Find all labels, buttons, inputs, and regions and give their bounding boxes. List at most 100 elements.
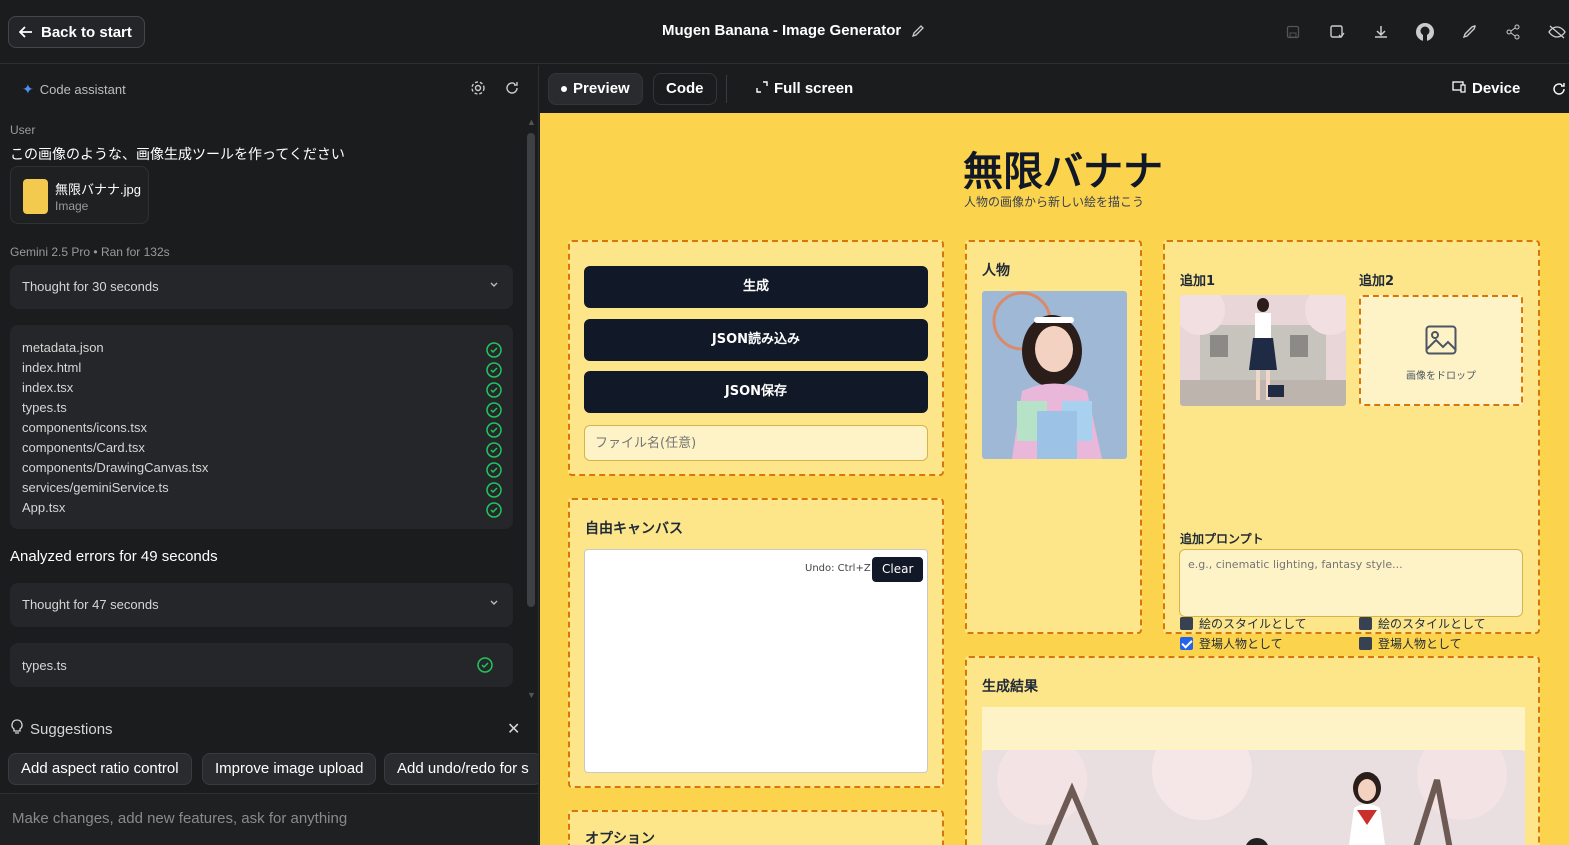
check-circle-icon [486, 362, 502, 381]
file-row[interactable]: components/Card.tsx [22, 440, 502, 460]
extra-prompt-label: 追加プロンプト [1180, 532, 1264, 546]
extra2-character-checkbox[interactable]: 登場人物として [1359, 635, 1462, 652]
assistant-header-label: Code assistant [39, 82, 126, 97]
checkbox[interactable] [1359, 637, 1372, 650]
extra1-photo[interactable] [1180, 295, 1346, 406]
github-icon[interactable] [1413, 20, 1437, 44]
tab-code-label: Code [666, 80, 704, 97]
file-name: types.ts [22, 658, 67, 673]
close-suggestions-icon[interactable]: ✕ [507, 719, 520, 739]
suggestion-chip[interactable]: Add aspect ratio control [8, 753, 192, 785]
file-row-last[interactable]: types.ts [10, 643, 513, 687]
file-name: index.tsx [22, 380, 74, 395]
suggestion-chip[interactable]: Add undo/redo for s [384, 753, 538, 785]
person-photo[interactable] [982, 291, 1127, 459]
check-circle-icon [477, 657, 493, 678]
chevron-down-icon [489, 596, 499, 611]
extra2-style-checkbox[interactable]: 絵のスタイルとして [1359, 615, 1486, 632]
model-info: Gemini 2.5 Pro • Ran for 132s [10, 245, 170, 259]
assistant-actions [470, 80, 520, 101]
user-message: この画像のような、画像生成ツールを作ってください [10, 146, 345, 162]
filename-input[interactable] [584, 425, 928, 461]
file-row[interactable]: App.tsx [22, 500, 502, 520]
chat-scrollbar[interactable] [527, 133, 535, 607]
reload-preview-icon[interactable] [1540, 73, 1569, 105]
hide-icon[interactable] [1545, 20, 1569, 44]
person-title: 人物 [982, 263, 1010, 279]
checkbox-label: 登場人物として [1199, 637, 1283, 651]
back-to-start-label: Back to start [41, 23, 132, 41]
result-card: 生成結果 [965, 656, 1540, 845]
refresh-icon[interactable] [504, 80, 520, 101]
file-list: metadata.json index.html index.tsx types… [10, 325, 513, 529]
save-json-button[interactable]: JSON保存 [584, 371, 928, 413]
extra2-title: 追加2 [1359, 274, 1395, 289]
scroll-down-arrow[interactable]: ▼ [527, 690, 536, 700]
fullscreen-label: Full screen [774, 80, 854, 97]
tab-preview-label: Preview [573, 80, 630, 97]
top-actions [1281, 20, 1569, 44]
checkbox[interactable] [1180, 617, 1193, 630]
scroll-up-arrow[interactable]: ▲ [527, 117, 536, 127]
attachment-thumbnail [23, 179, 48, 214]
top-bar: Back to start Mugen Banana - Image Gener… [0, 0, 1569, 64]
check-circle-icon [486, 382, 502, 401]
suggestion-chip[interactable]: Improve image upload [202, 753, 377, 785]
check-circle-icon [486, 442, 502, 461]
dot-icon [561, 86, 567, 92]
checkbox[interactable] [1359, 617, 1372, 630]
settings-gear-icon[interactable] [470, 80, 486, 101]
extra1-character-checkbox[interactable]: 登場人物として [1180, 635, 1283, 652]
sparkle-icon: ✦ [22, 81, 34, 97]
download-icon[interactable] [1369, 20, 1393, 44]
controls-card: 生成 JSON読み込み JSON保存 [568, 240, 944, 476]
save-as-icon[interactable] [1325, 20, 1349, 44]
thought-collapsible-1[interactable]: Thought for 30 seconds [10, 265, 513, 309]
suggestions-label: Suggestions [30, 720, 113, 738]
generate-button[interactable]: 生成 [584, 266, 928, 308]
edit-pencil-icon[interactable] [911, 24, 925, 38]
result-image[interactable] [982, 750, 1525, 845]
extra1-style-checkbox[interactable]: 絵のスタイルとして [1180, 615, 1307, 632]
device-button[interactable]: Device [1440, 73, 1532, 105]
file-row[interactable]: services/geminiService.ts [22, 480, 502, 500]
arrow-left-icon [19, 26, 32, 38]
check-circle-icon [486, 342, 502, 361]
attachment-card[interactable]: 無限バナナ.jpg Image [10, 166, 149, 224]
file-row[interactable]: metadata.json [22, 340, 502, 360]
drawing-canvas[interactable]: Undo: Ctrl+Z Clear [584, 549, 928, 773]
back-to-start-button[interactable]: Back to start [8, 16, 145, 48]
file-row[interactable]: components/DrawingCanvas.tsx [22, 460, 502, 480]
check-circle-icon [486, 422, 502, 441]
result-title: 生成結果 [982, 679, 1038, 695]
prompt-input[interactable] [12, 806, 512, 830]
user-label: User [10, 123, 36, 137]
suggestions-header: Suggestions [10, 719, 113, 739]
fullscreen-button[interactable]: Full screen [744, 73, 865, 105]
extra2-dropzone[interactable]: 画像をドロップ [1359, 295, 1523, 406]
page-subtitle: 人物の画像から新しい絵を描こう [964, 195, 1145, 209]
tab-code[interactable]: Code [653, 73, 717, 105]
app-title: Mugen Banana - Image Generator [662, 22, 925, 39]
checkbox-label: 絵のスタイルとして [1378, 617, 1486, 631]
checkbox-checked[interactable] [1180, 637, 1193, 650]
file-name: components/DrawingCanvas.tsx [22, 460, 209, 475]
thought-collapsible-2[interactable]: Thought for 47 seconds [10, 583, 513, 627]
file-row[interactable]: types.ts [22, 400, 502, 420]
check-circle-icon [486, 402, 502, 421]
clear-canvas-button[interactable]: Clear [872, 557, 924, 582]
tab-preview[interactable]: Preview [548, 73, 643, 105]
file-row[interactable]: index.tsx [22, 380, 502, 400]
attachment-type: Image [55, 199, 89, 213]
extras-card: 追加1 追加2 画像をドロップ 追加プロンプト e.g., cinematic … [1163, 240, 1540, 634]
device-label: Device [1472, 80, 1521, 97]
canvas-card: 自由キャンバス Undo: Ctrl+Z Clear [568, 498, 944, 788]
load-json-button[interactable]: JSON読み込み [584, 319, 928, 361]
file-row[interactable]: components/icons.tsx [22, 420, 502, 440]
save-icon[interactable] [1281, 20, 1305, 44]
extra-prompt-textarea[interactable] [1179, 549, 1523, 617]
page-title: 無限バナナ [963, 149, 1163, 195]
file-row[interactable]: index.html [22, 360, 502, 380]
share-icon[interactable] [1501, 20, 1525, 44]
deploy-rocket-icon[interactable] [1457, 20, 1481, 44]
